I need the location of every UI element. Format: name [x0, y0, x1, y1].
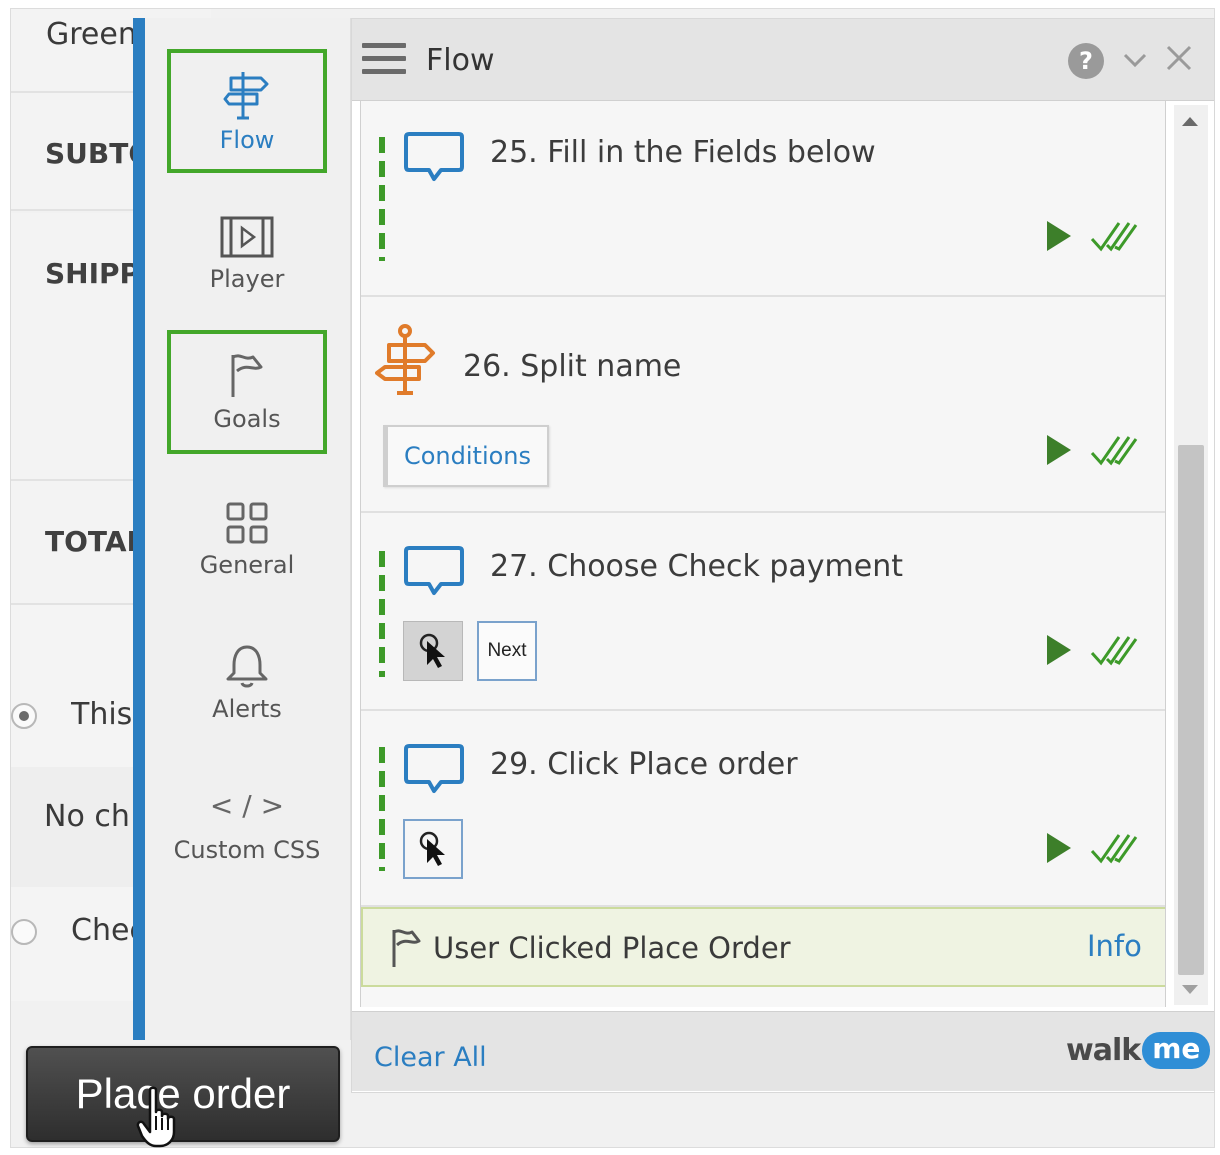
cursor-click-icon: [419, 831, 445, 866]
total-label: TOTAL: [45, 525, 145, 558]
sidebar-accent-bar: [133, 18, 145, 1040]
sidebar-label-goals: Goals: [213, 405, 281, 433]
conditions-button[interactable]: Conditions: [383, 425, 549, 487]
next-button[interactable]: Next: [477, 621, 537, 681]
flow-steps-list: 25. Fill in the Fields below 26. Split n…: [360, 101, 1166, 1007]
panel-title: Flow: [426, 43, 495, 78]
sidebar-item-general[interactable]: General: [167, 478, 327, 602]
signpost-icon: [223, 72, 269, 120]
walkme-logo-walk: walk: [1066, 1033, 1141, 1068]
double-check-icon: [1090, 636, 1138, 666]
double-check-icon: [1090, 222, 1138, 252]
play-icon[interactable]: [1045, 633, 1073, 667]
step-active-bar: [379, 137, 385, 261]
product-label: Green: [46, 17, 137, 52]
flow-header: Flow ?: [352, 19, 1214, 101]
clear-all-button[interactable]: Clear All: [374, 1042, 487, 1073]
hand-pointer-cursor-icon: [136, 1086, 176, 1148]
sidebar-label-general: General: [199, 551, 295, 579]
step-title: 25. Fill in the Fields below: [490, 135, 876, 170]
play-icon[interactable]: [1045, 219, 1073, 253]
play-icon[interactable]: [1045, 433, 1073, 467]
walkme-logo: walk me: [1066, 1032, 1211, 1069]
sidebar-item-player[interactable]: Player: [167, 192, 327, 316]
close-icon[interactable]: [1164, 43, 1194, 73]
split-signpost-icon: [375, 324, 435, 395]
scroll-down-arrow-icon[interactable]: [1182, 985, 1198, 994]
click-trigger-button[interactable]: [403, 621, 463, 681]
sidebar-item-flow[interactable]: Flow: [167, 49, 327, 173]
double-check-icon: [1090, 436, 1138, 466]
grid-icon: [226, 502, 268, 544]
steps-scrollbar[interactable]: [1174, 105, 1208, 1005]
place-order-button[interactable]: Place order: [26, 1046, 340, 1142]
payment-description-text: No ch: [44, 799, 130, 834]
walkme-editor-panel: Flow Player Goals General Alerts < / > C…: [133, 18, 1215, 1098]
sidebar-label-custom-css: Custom CSS: [173, 835, 321, 864]
step-active-bar: [379, 747, 385, 871]
sidebar-item-alerts[interactable]: Alerts: [167, 621, 327, 745]
step-title: 26. Split name: [463, 349, 682, 384]
sidebar-label-flow: Flow: [219, 126, 275, 154]
chevron-down-icon[interactable]: [1122, 49, 1148, 71]
goal-flag-icon: [392, 929, 421, 967]
goal-label: User Clicked Place Order: [433, 931, 791, 965]
step-title: 27. Choose Check payment: [490, 549, 903, 584]
flow-step[interactable]: 25. Fill in the Fields below: [361, 101, 1165, 297]
payment-radio-check[interactable]: [11, 919, 37, 945]
menu-icon[interactable]: [362, 43, 406, 77]
flow-panel: Flow ? 25. Fill in the Fields below 26. …: [351, 18, 1215, 1093]
play-icon[interactable]: [1045, 831, 1073, 865]
step-active-bar: [379, 551, 385, 677]
cursor-click-icon: [419, 633, 445, 668]
flow-step[interactable]: 26. Split name Conditions: [361, 297, 1165, 513]
goal-row[interactable]: User Clicked Place Order Info: [361, 907, 1165, 987]
walkme-logo-me: me: [1142, 1032, 1211, 1069]
sidebar-item-goals[interactable]: Goals: [167, 330, 327, 454]
panel-footer: Clear All walk me: [352, 1011, 1214, 1091]
speech-bubble-icon: [404, 132, 464, 181]
sidebar-label-player: Player: [209, 265, 285, 293]
click-trigger-button[interactable]: [403, 819, 463, 879]
sidebar-item-custom-css[interactable]: < / > Custom CSS: [167, 764, 327, 888]
bell-icon: [226, 645, 268, 688]
player-icon: [220, 216, 274, 258]
scroll-thumb[interactable]: [1178, 445, 1204, 975]
scroll-up-arrow-icon[interactable]: [1182, 117, 1198, 126]
flag-icon: [231, 354, 263, 397]
speech-bubble-icon: [404, 546, 464, 595]
flow-step[interactable]: 29. Click Place order: [361, 711, 1165, 907]
shipping-label: SHIPPING: [45, 257, 145, 290]
double-check-icon: [1090, 834, 1138, 864]
help-icon[interactable]: ?: [1068, 43, 1104, 79]
speech-bubble-icon: [404, 744, 464, 793]
sidebar-label-alerts: Alerts: [212, 695, 282, 723]
flow-step[interactable]: 27. Choose Check payment Next: [361, 513, 1165, 711]
step-title: 29. Click Place order: [490, 747, 798, 782]
code-icon: < / >: [209, 788, 285, 822]
goal-info-link[interactable]: Info: [1087, 929, 1142, 963]
payment-radio-this[interactable]: [11, 703, 37, 729]
subtotal-label: SUBTOTAL: [45, 137, 145, 170]
editor-sidebar: Flow Player Goals General Alerts < / > C…: [145, 18, 351, 1040]
